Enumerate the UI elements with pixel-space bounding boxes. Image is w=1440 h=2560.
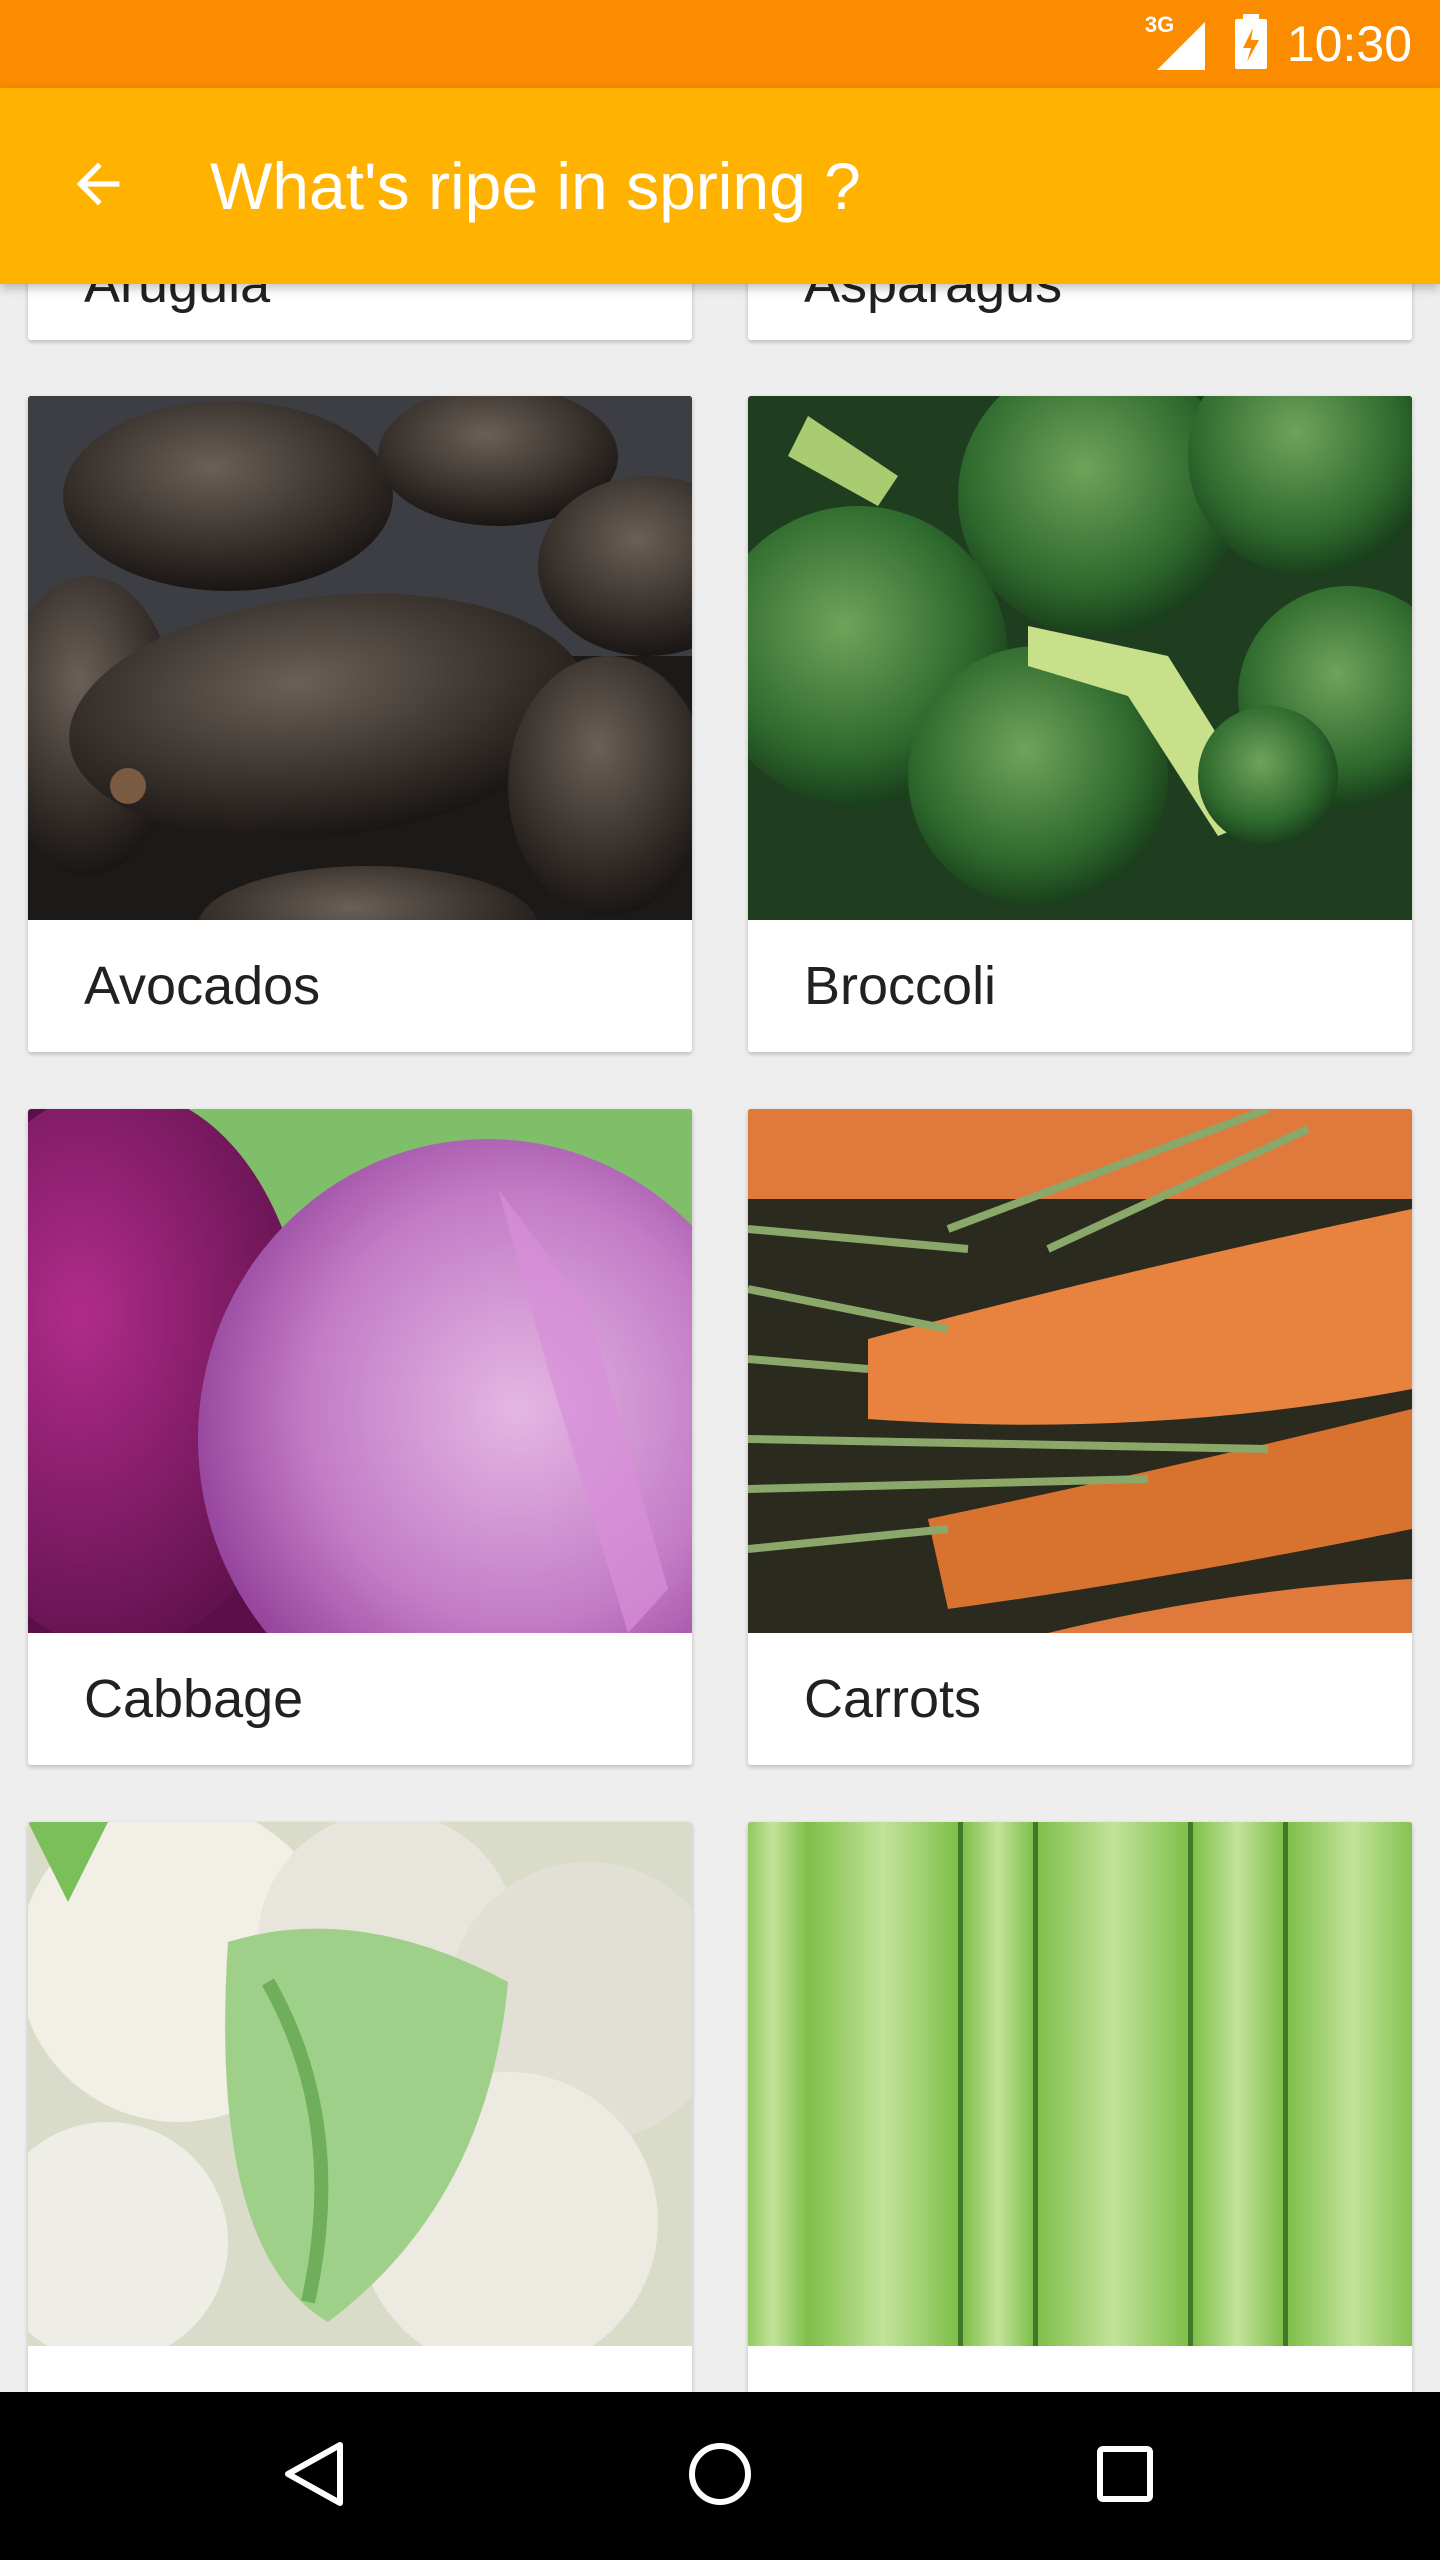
- clock: 10:30: [1286, 16, 1412, 72]
- signal-icon: 3G: [1145, 12, 1215, 72]
- produce-card-cauliflower[interactable]: [28, 1822, 692, 2392]
- status-bar: 3G 10:30: [0, 0, 1440, 88]
- battery-charging-icon: [1233, 14, 1269, 74]
- card-label: Carrots: [804, 1669, 982, 1729]
- produce-card-arugula[interactable]: Arugula: [28, 284, 692, 340]
- produce-card-cabbage[interactable]: Cabbage: [28, 1109, 692, 1765]
- arrow-back-icon: [66, 152, 130, 220]
- produce-card-carrots[interactable]: Carrots: [748, 1109, 1412, 1765]
- cauliflower-image: [28, 1822, 692, 2372]
- card-label: Cabbage: [84, 1669, 304, 1729]
- network-type: 3G: [1144, 12, 1175, 37]
- produce-card-avocados[interactable]: Avocados: [28, 396, 692, 1052]
- app-bar: What's ripe in spring ?: [0, 88, 1440, 284]
- avocados-image: [28, 396, 692, 986]
- nav-recents-icon: [1090, 2439, 1160, 2513]
- nav-back-button[interactable]: [255, 2416, 375, 2536]
- produce-card-broccoli[interactable]: Broccoli: [748, 396, 1412, 1052]
- cabbage-image: [28, 1109, 692, 1739]
- back-button[interactable]: [50, 138, 146, 234]
- nav-home-button[interactable]: [660, 2416, 780, 2536]
- navigation-bar: [0, 2392, 1440, 2560]
- card-label: Arugula: [84, 284, 271, 314]
- produce-card-asparagus[interactable]: Asparagus: [748, 284, 1412, 340]
- broccoli-image: [748, 396, 1412, 920]
- produce-grid: Arugula Asparagus Avocados Broccoli Cabb…: [0, 284, 1440, 2392]
- carrots-image: [748, 1109, 1412, 1633]
- card-label: Broccoli: [804, 956, 997, 1016]
- card-label: Asparagus: [804, 284, 1063, 314]
- produce-card-celery[interactable]: [748, 1822, 1412, 2392]
- nav-home-icon: [685, 2439, 755, 2513]
- celery-image: [748, 1822, 1412, 2346]
- card-label: Avocados: [84, 956, 321, 1016]
- nav-recents-button[interactable]: [1065, 2416, 1185, 2536]
- page-title: What's ripe in spring ?: [210, 149, 861, 223]
- nav-back-icon: [280, 2439, 350, 2513]
